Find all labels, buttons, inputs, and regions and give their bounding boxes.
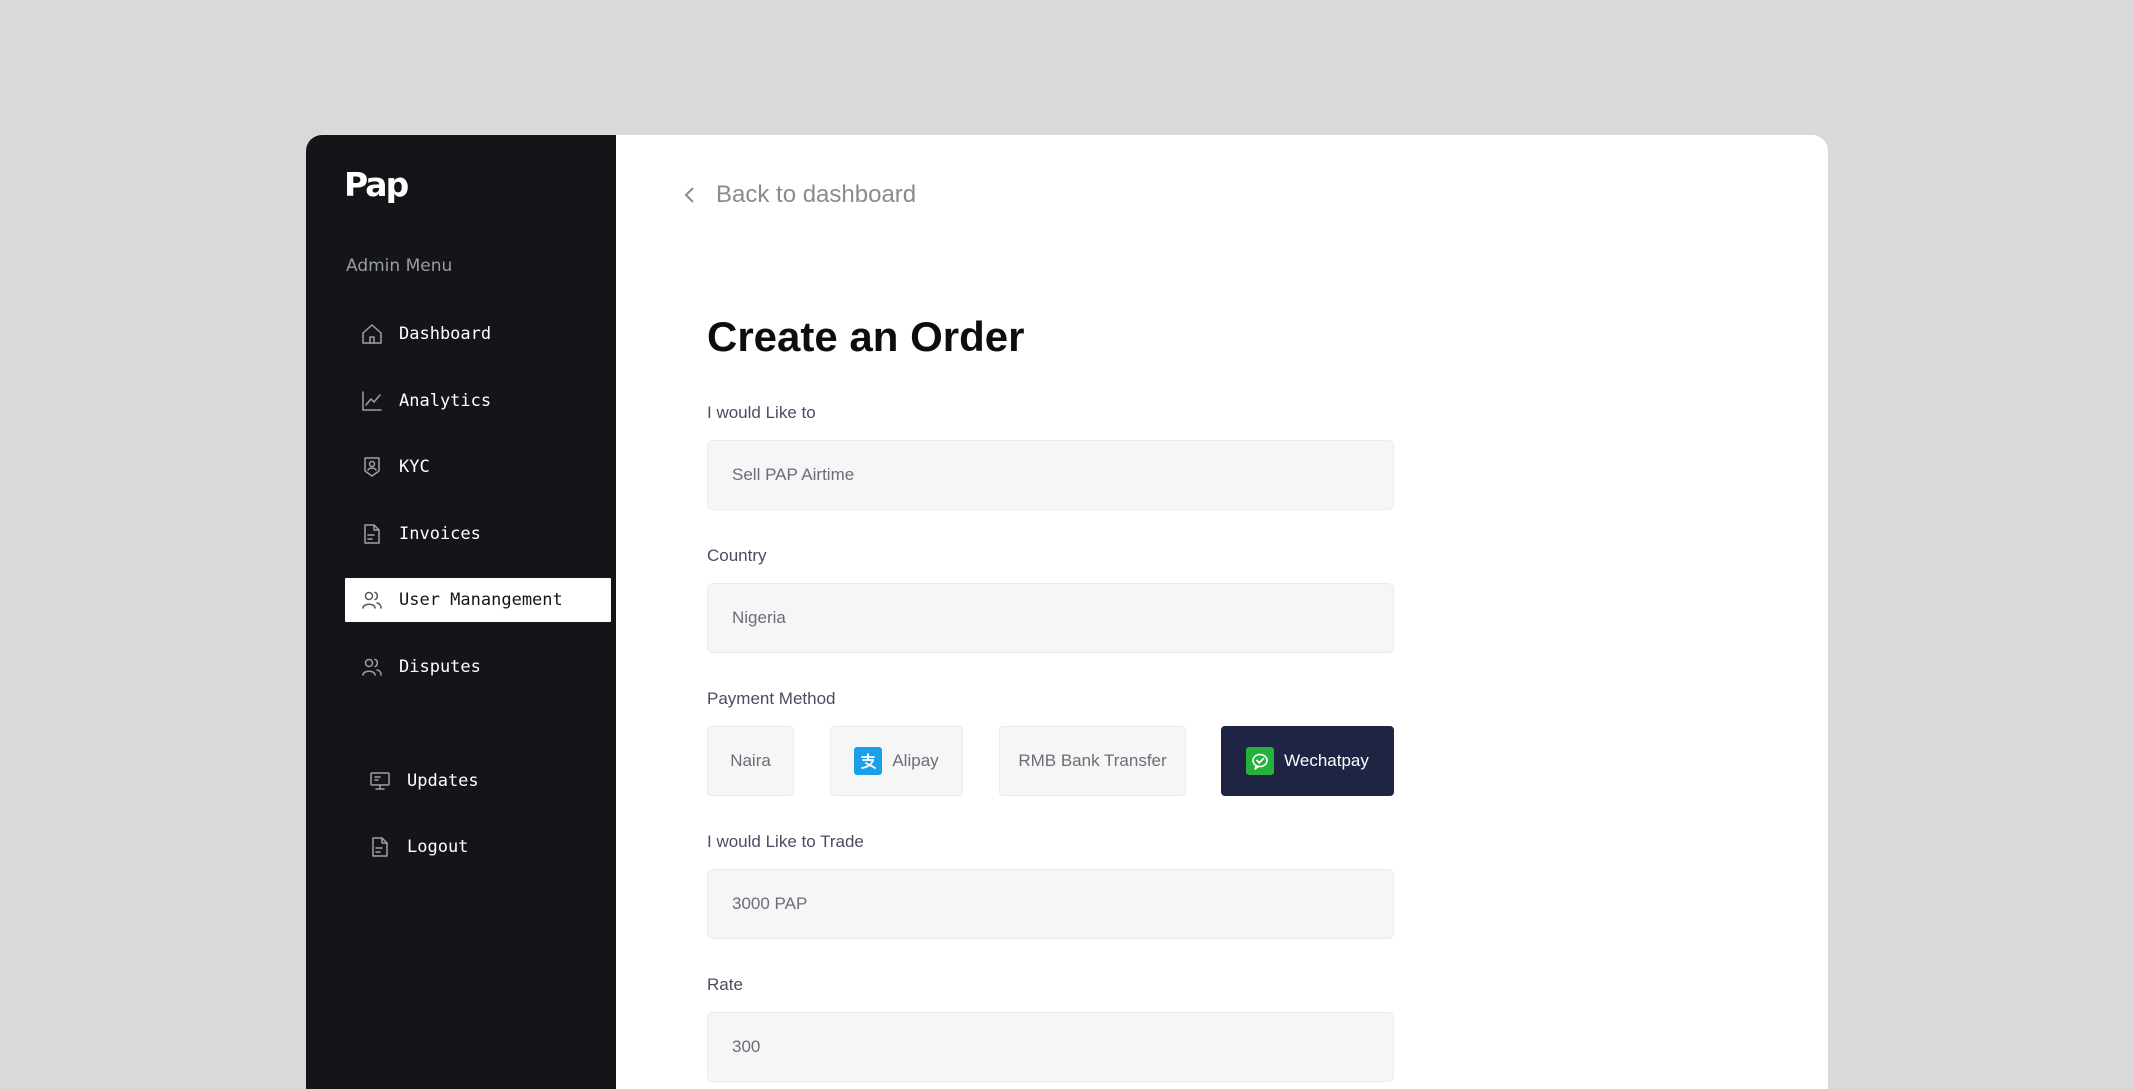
- sidebar-item-label: Logout: [407, 837, 469, 857]
- payment-option-label: Naira: [730, 751, 771, 770]
- sidebar-item-label: Invoices: [399, 524, 481, 544]
- sidebar-item-analytics[interactable]: Analytics: [345, 379, 611, 423]
- sidebar-item-updates[interactable]: Updates: [353, 759, 619, 803]
- rate-label: Rate: [707, 975, 743, 994]
- back-to-dashboard-link[interactable]: Back to dashboard: [678, 181, 916, 209]
- user-shield-icon: [359, 454, 385, 480]
- sidebar-item-disputes[interactable]: Disputes: [345, 645, 611, 689]
- app-window: Pap Admin Menu Dashboard Analytics KYC I…: [306, 135, 1828, 1089]
- rate-field[interactable]: [707, 1012, 1394, 1082]
- sidebar-item-user-management[interactable]: User Manangement: [345, 578, 611, 622]
- chart-line-icon: [359, 388, 385, 414]
- alipay-icon: [854, 747, 883, 775]
- sidebar-item-label: KYC: [399, 457, 430, 477]
- document-icon: [359, 521, 385, 547]
- users-icon: [359, 654, 385, 680]
- sidebar-item-invoices[interactable]: Invoices: [345, 512, 611, 556]
- sidebar-item-label: Updates: [407, 771, 479, 791]
- monitor-icon: [367, 768, 393, 794]
- sidebar-item-kyc[interactable]: KYC: [345, 445, 611, 489]
- wechat-icon: [1246, 747, 1275, 775]
- sidebar-item-logout[interactable]: Logout: [353, 825, 619, 869]
- payment-option-label: RMB Bank Transfer: [1018, 751, 1167, 770]
- sidebar-item-dashboard[interactable]: Dashboard: [345, 312, 611, 356]
- action-field[interactable]: [707, 440, 1394, 510]
- payment-option-alipay[interactable]: Alipay: [830, 726, 963, 796]
- sidebar-item-label: User Manangement: [399, 590, 563, 610]
- back-link-label: Back to dashboard: [716, 181, 917, 208]
- chevron-left-icon: [684, 187, 694, 203]
- payment-option-rmb-bank-transfer[interactable]: RMB Bank Transfer: [999, 726, 1186, 796]
- payment-option-label: Wechatpay: [1284, 751, 1369, 770]
- trade-amount-label: I would Like to Trade: [707, 832, 864, 851]
- payment-option-wechatpay[interactable]: Wechatpay: [1221, 726, 1394, 796]
- document-icon: [367, 834, 393, 860]
- country-field[interactable]: [707, 583, 1394, 653]
- payment-option-label: Alipay: [892, 751, 939, 770]
- payment-option-naira[interactable]: Naira: [707, 726, 794, 796]
- trade-amount-field[interactable]: [707, 869, 1394, 939]
- sidebar-item-label: Disputes: [399, 657, 481, 677]
- country-label: Country: [707, 546, 767, 565]
- sidebar: Pap Admin Menu Dashboard Analytics KYC I…: [306, 135, 616, 1089]
- action-label: I would Like to: [707, 403, 816, 422]
- menu-heading: Admin Menu: [346, 256, 453, 276]
- home-icon: [359, 321, 385, 347]
- logo: Pap: [344, 165, 409, 204]
- users-icon: [359, 587, 385, 613]
- page-title: Create an Order: [707, 313, 1025, 360]
- sidebar-item-label: Analytics: [399, 391, 492, 411]
- payment-method-label: Payment Method: [707, 689, 836, 708]
- main-content: Back to dashboard Create an Order I woul…: [616, 135, 1828, 1089]
- sidebar-item-label: Dashboard: [399, 324, 492, 344]
